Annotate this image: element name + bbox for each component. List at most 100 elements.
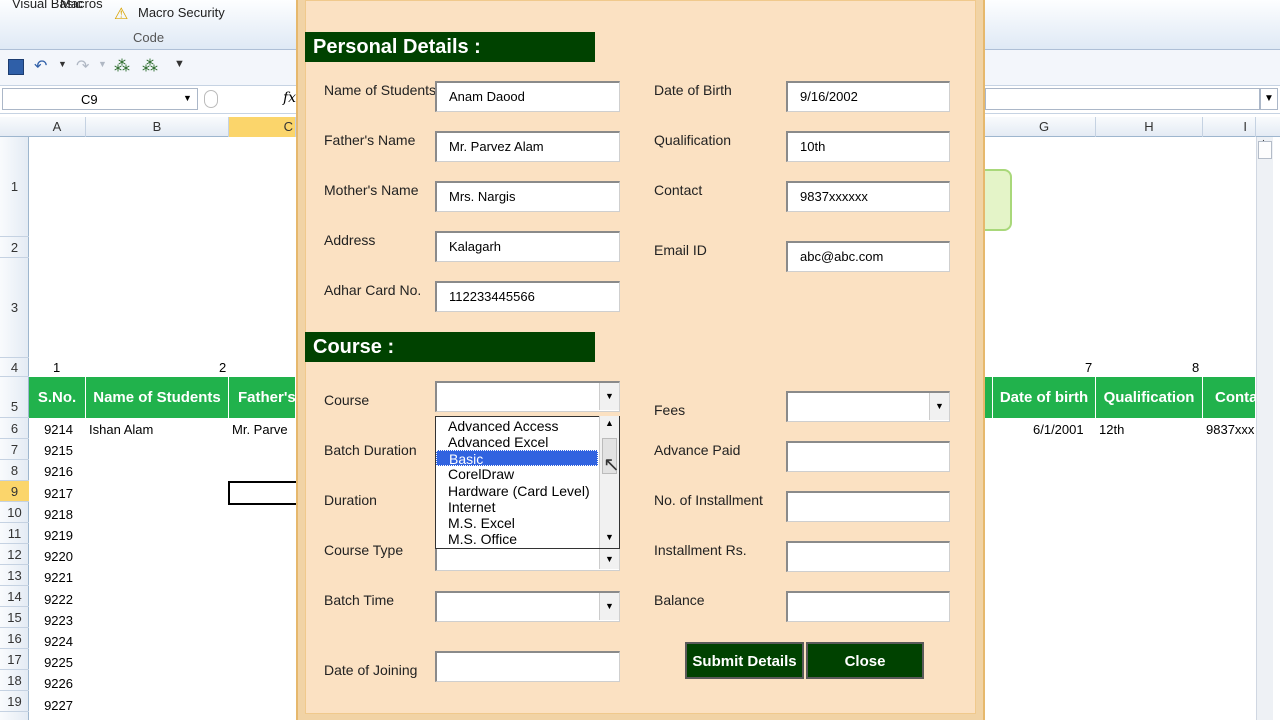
cell-number[interactable]: 2 [219,360,226,375]
fx-icon[interactable]: fx [283,90,296,106]
row-header[interactable]: 11 [0,523,29,544]
chevron-down-icon[interactable]: ▼ [599,593,619,620]
date-of-joining-field[interactable] [435,651,620,682]
macros-button[interactable]: Macros [60,0,103,11]
course-option[interactable]: Hardware (Card Level) [448,483,598,499]
header-cell-sno[interactable]: S.No. [29,377,86,418]
scroll-up-icon[interactable]: ▲ [605,418,614,428]
row-header[interactable]: 8 [0,460,29,481]
row-header[interactable]: 1 [0,137,29,237]
row-header[interactable]: 18 [0,670,29,691]
cell-serial[interactable]: 9215 [29,443,73,458]
fees-combobox[interactable]: ▼ [786,391,950,422]
tree-icon-2[interactable]: ⁂ [142,56,158,76]
qualification-field[interactable]: 10th [786,131,950,162]
formula-bar-handle[interactable] [204,90,218,108]
cell-number[interactable]: 8 [1192,360,1199,375]
column-header-i[interactable]: I [1203,117,1256,137]
cell-serial[interactable]: 9226 [29,676,73,691]
course-option-selected[interactable]: Basic [436,450,598,467]
cell-serial[interactable]: 9217 [29,486,73,501]
selected-cell-c9[interactable] [228,481,298,505]
contact-field[interactable]: 9837xxxxxx [786,181,950,212]
cell-serial[interactable]: 9219 [29,528,73,543]
row-header[interactable]: 13 [0,565,29,586]
expand-formula-bar-icon[interactable]: ▼ [1260,88,1278,110]
cell-serial[interactable]: 9218 [29,507,73,522]
column-header-b[interactable]: B [86,117,229,137]
macro-security-button[interactable]: Macro Security [138,5,225,20]
cell-serial[interactable]: 9223 [29,613,73,628]
installment-rs-field[interactable] [786,541,950,572]
cell-serial[interactable]: 9225 [29,655,73,670]
save-icon[interactable] [8,59,24,75]
father-name-field[interactable]: Mr. Parvez Alam [435,131,620,162]
row-header[interactable]: 14 [0,586,29,607]
row-header[interactable]: 7 [0,439,29,460]
row-header[interactable]: 17 [0,649,29,670]
chevron-down-icon[interactable]: ▼ [183,93,192,103]
course-option[interactable]: M.S. Office [448,531,598,547]
name-box[interactable]: C9 ▼ [2,88,198,110]
cell-number[interactable]: 1 [53,360,60,375]
sheet-shape-button[interactable] [982,169,1012,231]
row-header[interactable]: 9 [0,481,29,502]
header-cell-dob[interactable]: Date of birth [993,377,1096,418]
row-header[interactable]: 4 [0,358,29,377]
mother-name-field[interactable]: Mrs. Nargis [435,181,620,212]
dob-field[interactable]: 9/16/2002 [786,81,950,112]
course-option[interactable]: Internet [448,499,598,515]
header-cell-qualification[interactable]: Qualification [1096,377,1203,418]
chevron-down-icon[interactable]: ▼ [599,549,619,569]
undo-dropdown-icon[interactable]: ▼ [58,59,67,69]
formula-input[interactable] [985,88,1260,110]
cell-serial[interactable]: 9222 [29,592,73,607]
row-header[interactable]: 2 [0,237,29,258]
dropdown-scrollbar[interactable]: ▲ ▼ [599,416,619,548]
scroll-thumb[interactable] [1258,141,1272,159]
row-header[interactable]: 16 [0,628,29,649]
cell-serial[interactable]: 9216 [29,464,73,479]
header-cell-partial[interactable] [985,377,993,418]
course-option[interactable]: M.S. Excel [448,515,598,531]
column-header-h[interactable]: H [1096,117,1203,137]
tree-icon[interactable]: ⁂ [114,56,130,76]
cell-serial[interactable]: 9220 [29,549,73,564]
row-header[interactable]: 12 [0,544,29,565]
cell-name[interactable]: Ishan Alam [89,422,153,437]
address-field[interactable]: Kalagarh [435,231,620,262]
cell-qualification[interactable]: 12th [1099,422,1124,437]
row-header[interactable]: 5 [0,377,29,418]
submit-details-button[interactable]: Submit Details [685,642,804,679]
customize-toolbar-icon[interactable]: ▼ [174,58,185,70]
adhar-field[interactable]: 112233445566 [435,281,620,312]
course-option[interactable]: Advanced Excel [448,434,598,450]
row-header[interactable]: 10 [0,502,29,523]
cell-contact[interactable]: 9837xxx [1206,422,1256,437]
undo-icon[interactable]: ↶ [34,56,47,76]
batch-time-combobox[interactable]: ▼ [435,591,620,622]
header-cell-contact[interactable]: Conta [1203,377,1256,418]
advance-paid-field[interactable] [786,441,950,472]
vertical-scrollbar[interactable]: ▲ [1256,137,1273,720]
course-option[interactable]: Advanced Access [448,418,598,434]
balance-field[interactable] [786,591,950,622]
course-combobox[interactable]: ▼ [435,381,620,412]
column-header-c[interactable]: C [229,117,296,137]
cell-number[interactable]: 7 [1085,360,1092,375]
cell-serial[interactable]: 9224 [29,634,73,649]
installments-field[interactable] [786,491,950,522]
column-header-a[interactable]: A [29,117,86,137]
header-cell-name[interactable]: Name of Students [86,377,229,418]
row-header[interactable]: 19 [0,691,29,712]
cell-serial[interactable]: 9227 [29,698,73,713]
column-header-g[interactable]: G [993,117,1096,137]
row-header[interactable]: 3 [0,258,29,358]
cell-dob[interactable]: 6/1/2001 [1033,422,1084,437]
chevron-down-icon[interactable]: ▼ [929,393,949,420]
header-cell-father[interactable]: Father's [229,377,296,418]
name-field[interactable]: Anam Daood [435,81,620,112]
course-option[interactable]: CorelDraw [448,466,598,482]
chevron-down-icon[interactable]: ▼ [599,383,619,410]
scroll-down-icon[interactable]: ▼ [605,532,614,542]
